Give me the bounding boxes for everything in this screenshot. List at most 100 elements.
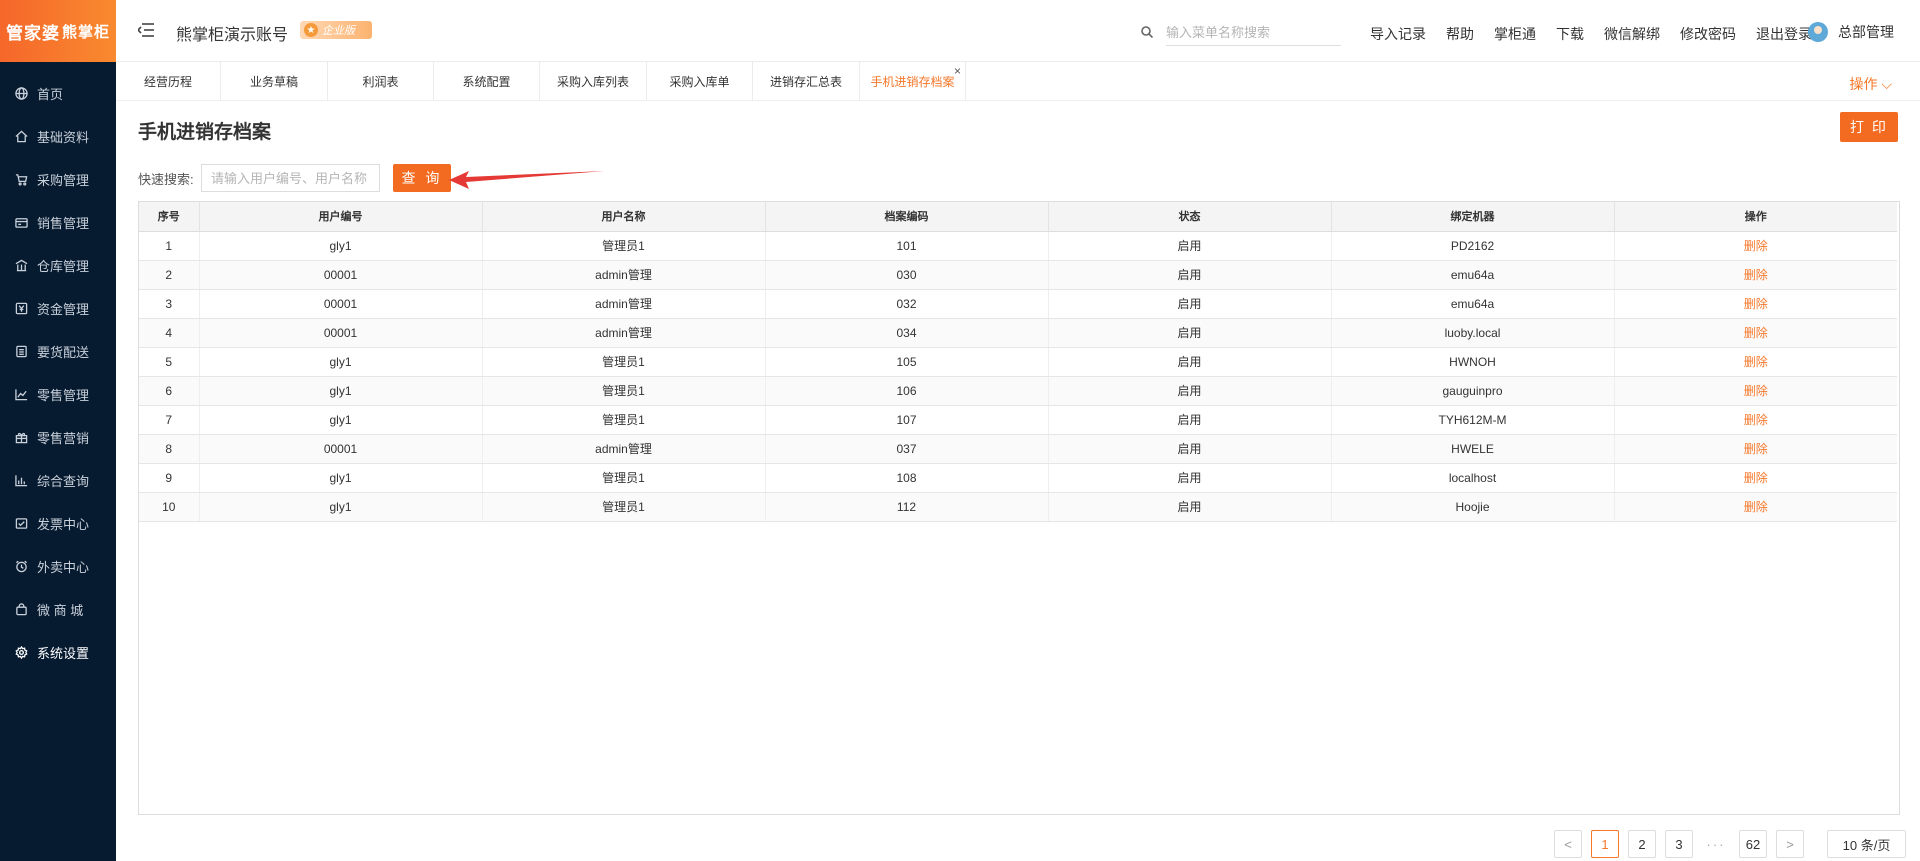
- sidebar-item-14[interactable]: 系统设置: [0, 631, 116, 674]
- table-cell: 启用: [1048, 260, 1332, 290]
- tab-2[interactable]: 业务草稿: [221, 62, 328, 101]
- user-menu[interactable]: 总部管理: [1808, 22, 1894, 42]
- delete-link[interactable]: 删除: [1614, 347, 1897, 377]
- logo[interactable]: 管家婆 熊掌柜: [0, 0, 116, 62]
- tab-list: 经营历程 业务草稿 利润表 系统配置 采购入库列表 采购入库单 进销存汇总表 手机进销存档案 ×: [116, 62, 966, 101]
- header-link-4[interactable]: 下载: [1556, 24, 1584, 44]
- table-row: 10 gly1 管理员1 112 启用 Hoojie 删除: [139, 492, 1897, 522]
- tabs-operations-menu[interactable]: 操作 ⌵: [1849, 74, 1892, 94]
- tab-4[interactable]: 系统配置: [434, 62, 540, 101]
- quick-search-input[interactable]: [201, 164, 380, 192]
- tab-3[interactable]: 利润表: [328, 62, 434, 101]
- page-tabs: 经营历程 业务草稿 利润表 系统配置 采购入库列表 采购入库单 进销存汇总表 手机进销存档案 ×…: [116, 62, 1920, 101]
- tab-label: 业务草稿: [249, 75, 298, 89]
- top-links: 导入记录 帮助 掌柜通 下载 微信解绑 修改密码 退出登录: [1370, 24, 1832, 44]
- warehouse-icon: [14, 259, 28, 273]
- delete-link[interactable]: 删除: [1614, 260, 1897, 290]
- table-cell: 启用: [1048, 405, 1332, 435]
- delete-link[interactable]: 删除: [1614, 492, 1897, 522]
- header-link-5[interactable]: 微信解绑: [1604, 24, 1660, 44]
- table-cell: 3: [139, 289, 200, 319]
- sidebar-item-5[interactable]: 仓库管理: [0, 244, 116, 287]
- page-ellipsis[interactable]: ···: [1702, 830, 1730, 858]
- query-button[interactable]: 查 询: [393, 164, 451, 192]
- table-cell: 4: [139, 318, 200, 348]
- table-cell: 00001: [199, 289, 483, 319]
- delete-link[interactable]: 删除: [1614, 434, 1897, 464]
- column-header: 绑定机器: [1331, 202, 1615, 232]
- sidebar-item-3[interactable]: 采购管理: [0, 158, 116, 201]
- table-cell: 105: [765, 347, 1049, 377]
- chevron-down-icon: ⌵: [1881, 76, 1892, 92]
- table-cell: 2: [139, 260, 200, 290]
- delete-link[interactable]: 删除: [1614, 405, 1897, 435]
- page-button-last[interactable]: 62: [1739, 830, 1767, 858]
- cart-icon: [14, 173, 28, 187]
- sidebar-item-12[interactable]: 外卖中心: [0, 545, 116, 588]
- table-cell: HWELE: [1331, 434, 1615, 464]
- sidebar-item-2[interactable]: 基础资料: [0, 115, 116, 158]
- table-cell: gly1: [199, 231, 483, 261]
- delete-link[interactable]: 删除: [1614, 318, 1897, 348]
- sidebar-item-8[interactable]: 零售管理: [0, 373, 116, 416]
- sidebar-item-13[interactable]: 微 商 城: [0, 588, 116, 631]
- table-cell: 107: [765, 405, 1049, 435]
- print-button[interactable]: 打 印: [1840, 112, 1898, 142]
- table-cell: 管理员1: [482, 231, 766, 261]
- table-cell: 启用: [1048, 318, 1332, 348]
- sidebar-item-label: 资金管理: [37, 302, 90, 317]
- header-link-3[interactable]: 掌柜通: [1494, 24, 1536, 44]
- prev-page-button[interactable]: <: [1554, 830, 1582, 858]
- table-cell: 管理员1: [482, 492, 766, 522]
- column-header: 档案编码: [765, 202, 1049, 232]
- tab-8[interactable]: 手机进销存档案 ×: [860, 62, 966, 101]
- sidebar-item-7[interactable]: 要货配送: [0, 330, 116, 373]
- list-icon: [14, 345, 28, 359]
- tab-label: 利润表: [362, 75, 399, 89]
- header-link-7[interactable]: 退出登录: [1756, 24, 1812, 44]
- table-body: 1 gly1 管理员1 101 启用 PD2162 删除 2 00001 admin管理 030 启用…: [139, 231, 1897, 522]
- next-page-button[interactable]: >: [1776, 830, 1804, 858]
- sidebar-item-label: 采购管理: [37, 173, 90, 188]
- bag-icon: [14, 603, 28, 617]
- top-header: 熊掌柜演示账号 ★ 企业版 导入记录帮助掌柜通下载微信解绑修改密码退出登录 总部管…: [116, 0, 1920, 62]
- table-row: 6 gly1 管理员1 106 启用 gauguinpro 删除: [139, 376, 1897, 406]
- header-link-2[interactable]: 帮助: [1446, 24, 1474, 44]
- edition-badge-label: 企业版: [322, 25, 355, 37]
- table-cell: luoby.local: [1331, 318, 1615, 348]
- close-icon[interactable]: ×: [954, 64, 961, 78]
- sidebar-item-11[interactable]: 发票中心: [0, 502, 116, 545]
- page-button-2[interactable]: 2: [1628, 830, 1656, 858]
- delete-link[interactable]: 删除: [1614, 231, 1897, 261]
- page-button-1[interactable]: 1: [1591, 830, 1619, 858]
- page-button-3[interactable]: 3: [1665, 830, 1693, 858]
- sidebar-item-6[interactable]: 资金管理: [0, 287, 116, 330]
- table-cell: 106: [765, 376, 1049, 406]
- sidebar-item-10[interactable]: 综合查询: [0, 459, 116, 502]
- menu-search-input[interactable]: [1166, 20, 1341, 46]
- sidebar-item-4[interactable]: 销售管理: [0, 201, 116, 244]
- header-link-1[interactable]: 导入记录: [1370, 24, 1426, 44]
- table-cell: 启用: [1048, 376, 1332, 406]
- table-cell: 112: [765, 492, 1049, 522]
- menu-toggle-icon[interactable]: [136, 23, 154, 37]
- delete-link[interactable]: 删除: [1614, 289, 1897, 319]
- table-row: 1 gly1 管理员1 101 启用 PD2162 删除: [139, 231, 1897, 261]
- logo-sub: 熊掌柜: [61, 23, 110, 41]
- delete-link[interactable]: 删除: [1614, 376, 1897, 406]
- chart-icon: [14, 388, 28, 402]
- tab-1[interactable]: 经营历程: [116, 62, 221, 101]
- tab-7[interactable]: 进销存汇总表: [753, 62, 860, 101]
- table-cell: 101: [765, 231, 1049, 261]
- page-size-select[interactable]: 10 条/页: [1827, 830, 1906, 858]
- header-link-6[interactable]: 修改密码: [1680, 24, 1736, 44]
- bar-chart-icon: [14, 474, 28, 488]
- star-icon: ★: [304, 23, 318, 37]
- table-row: 8 00001 admin管理 037 启用 HWELE 删除: [139, 434, 1897, 464]
- sidebar-item-label: 综合查询: [37, 474, 90, 489]
- tab-5[interactable]: 采购入库列表: [540, 62, 647, 101]
- tab-6[interactable]: 采购入库单: [647, 62, 753, 101]
- sidebar-item-1[interactable]: 首页: [0, 72, 116, 115]
- delete-link[interactable]: 删除: [1614, 463, 1897, 493]
- sidebar-item-9[interactable]: 零售营销: [0, 416, 116, 459]
